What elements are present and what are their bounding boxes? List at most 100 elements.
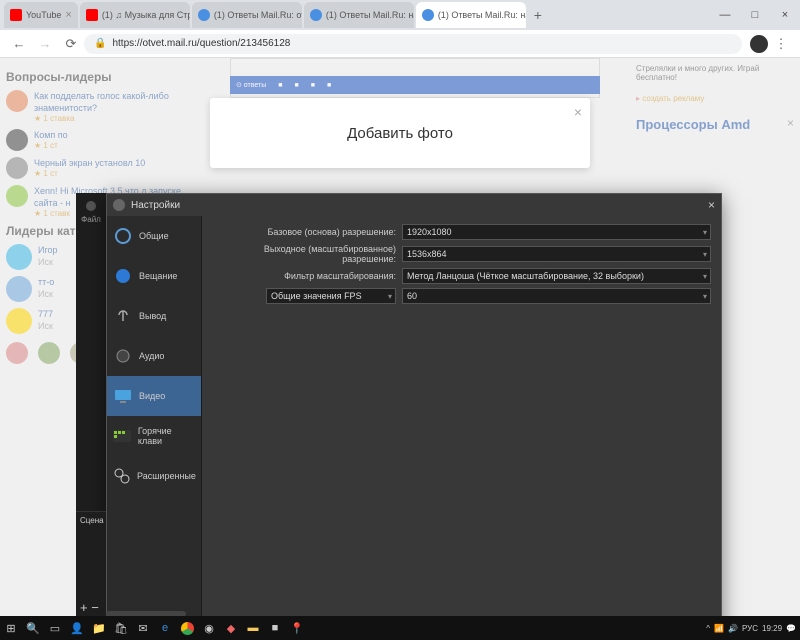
ad-text: Стрелялки и много других. Играй бесплатн… <box>636 64 794 82</box>
profile-avatar[interactable] <box>750 35 768 53</box>
fps-value-select[interactable]: 60 <box>402 288 711 304</box>
start-button[interactable]: ⊞ <box>0 617 22 639</box>
gear-icon <box>113 226 133 246</box>
nav-hotkeys[interactable]: Горячие клави <box>107 416 201 456</box>
cogs-icon <box>113 466 131 486</box>
explorer-icon[interactable]: 📁 <box>88 617 110 639</box>
obs-scene-panel: Сцена + − <box>76 511 106 621</box>
mail-icon <box>310 9 322 21</box>
tab-mail1[interactable]: (1) Ответы Mail.Ru: ответ× <box>192 2 302 28</box>
task-view-icon[interactable]: ▭ <box>44 617 66 639</box>
tab-mail2[interactable]: (1) Ответы Mail.Ru: настро× <box>304 2 414 28</box>
close-icon[interactable]: × <box>708 198 715 212</box>
question-item[interactable]: Как подделать голос какой-либо знаменито… <box>6 90 204 123</box>
windows-taskbar[interactable]: ⊞ 🔍 ▭ 👤 📁 🛍 ✉ e ◉ ◆ ▬ ■ 📍 ^ 📶 🔊 РУС 19:2… <box>0 616 800 640</box>
app-icon[interactable]: ▬ <box>242 617 264 639</box>
network-icon[interactable]: 📶 <box>714 624 724 633</box>
close-icon[interactable]: × <box>65 9 71 21</box>
avatar <box>6 308 32 334</box>
store-icon[interactable]: 🛍 <box>110 617 132 639</box>
tab-mail3-active[interactable]: (1) Ответы Mail.Ru: настро× <box>416 2 526 28</box>
clock[interactable]: 19:29 <box>762 624 782 633</box>
nav-audio[interactable]: Аудио <box>107 336 201 376</box>
question-item[interactable]: Комп по★ 1 ст <box>6 129 204 151</box>
add-scene-button[interactable]: + − <box>80 600 99 615</box>
nav-video[interactable]: Видео <box>107 376 201 416</box>
ad-close-icon[interactable]: × <box>787 116 794 130</box>
avatar <box>6 342 28 364</box>
nav-advanced[interactable]: Расширенные <box>107 456 201 496</box>
obs-icon[interactable]: ◉ <box>198 617 220 639</box>
page-right-sidebar: Стрелялки и много других. Играй бесплатн… <box>630 58 800 138</box>
downscale-filter-select[interactable]: Метод Ланцоша (Чёткое масштабирование, 3… <box>402 268 711 284</box>
tab-youtube[interactable]: YouTube× <box>4 2 78 28</box>
section-title: Вопросы-лидеры <box>6 70 204 84</box>
mail-icon[interactable]: ✉ <box>132 617 154 639</box>
avatar <box>6 276 32 302</box>
app-icon[interactable]: ◆ <box>220 617 242 639</box>
reload-icon[interactable]: ⟳ <box>62 35 80 53</box>
mail-ru-header: ⊙ ответы■■■■ <box>230 76 600 94</box>
obs-logo-icon <box>86 201 96 211</box>
downscale-filter-label: Фильтр масштабирования: <box>212 271 402 281</box>
volume-icon[interactable]: 🔊 <box>728 624 738 633</box>
people-icon[interactable]: 👤 <box>66 617 88 639</box>
notifications-icon[interactable]: 💬 <box>786 624 796 633</box>
back-icon[interactable]: ← <box>10 35 28 53</box>
forward-icon[interactable]: → <box>36 35 54 53</box>
nav-output[interactable]: Вывод <box>107 296 201 336</box>
avatar <box>6 244 32 270</box>
avatar <box>38 342 60 364</box>
base-resolution-select[interactable]: 1920x1080 <box>402 224 711 240</box>
browser-tab-strip: YouTube× (1) ♫ Музыка для Стрима× (1) От… <box>0 0 800 30</box>
antenna-icon <box>113 306 133 326</box>
mail-icon <box>422 9 434 21</box>
nav-stream[interactable]: Вещание <box>107 256 201 296</box>
url-input[interactable]: 🔒https://otvet.mail.ru/question/21345612… <box>84 34 742 54</box>
keyboard-icon <box>113 426 132 446</box>
menu-icon[interactable]: ⋮ <box>772 35 790 53</box>
modal-close-icon[interactable]: × <box>574 104 582 120</box>
obs-settings-window: Настройки × Общие Вещание Вывод Аудио Ви… <box>106 193 722 640</box>
obs-titlebar[interactable]: Настройки × <box>107 194 721 216</box>
ad-title[interactable]: Процессоры Amd <box>636 117 794 132</box>
tray-chevron-icon[interactable]: ^ <box>706 624 710 633</box>
app-icon[interactable]: ■ <box>264 617 286 639</box>
mail-icon <box>198 9 210 21</box>
tab-music[interactable]: (1) ♫ Музыка для Стрима× <box>80 2 190 28</box>
nav-general[interactable]: Общие <box>107 216 201 256</box>
modal-title: Добавить фото <box>347 125 453 142</box>
question-item[interactable]: Черный экран установл 10★ 1 ст <box>6 157 204 179</box>
globe-icon <box>113 266 133 286</box>
settings-content: Базовое (основа) разрешение:1920x1080 Вы… <box>202 216 721 640</box>
speaker-icon <box>113 346 133 366</box>
address-bar: ← → ⟳ 🔒https://otvet.mail.ru/question/21… <box>0 30 800 58</box>
avatar <box>6 185 28 207</box>
settings-nav: Общие Вещание Вывод Аудио Видео Горячие … <box>107 216 202 640</box>
window-title: Настройки <box>131 200 180 211</box>
lock-icon: 🔒 <box>94 38 106 49</box>
avatar <box>6 90 28 112</box>
language-indicator[interactable]: РУС <box>742 624 758 633</box>
obs-logo-icon <box>113 199 125 211</box>
window-minimize[interactable]: — <box>710 3 740 27</box>
app-icon[interactable]: 📍 <box>286 617 308 639</box>
output-resolution-label: Выходное (масштабированное) разрешение: <box>212 244 402 264</box>
scene-label: Сцена <box>76 512 106 529</box>
chrome-icon[interactable] <box>176 617 198 639</box>
output-resolution-select[interactable]: 1536x864 <box>402 246 711 262</box>
file-menu[interactable]: Файл <box>76 215 106 224</box>
system-tray[interactable]: ^ 📶 🔊 РУС 19:29 💬 <box>706 624 800 633</box>
monitor-icon <box>113 386 133 406</box>
avatar <box>6 129 28 151</box>
new-tab-button[interactable]: + <box>528 7 548 23</box>
window-maximize[interactable]: □ <box>740 3 770 27</box>
avatar <box>6 157 28 179</box>
edge-icon[interactable]: e <box>154 617 176 639</box>
fps-type-select[interactable]: Общие значения FPS <box>266 288 396 304</box>
youtube-icon <box>86 9 98 21</box>
youtube-icon <box>10 9 22 21</box>
search-icon[interactable]: 🔍 <box>22 617 44 639</box>
base-resolution-label: Базовое (основа) разрешение: <box>212 227 402 237</box>
window-close[interactable]: × <box>770 3 800 27</box>
